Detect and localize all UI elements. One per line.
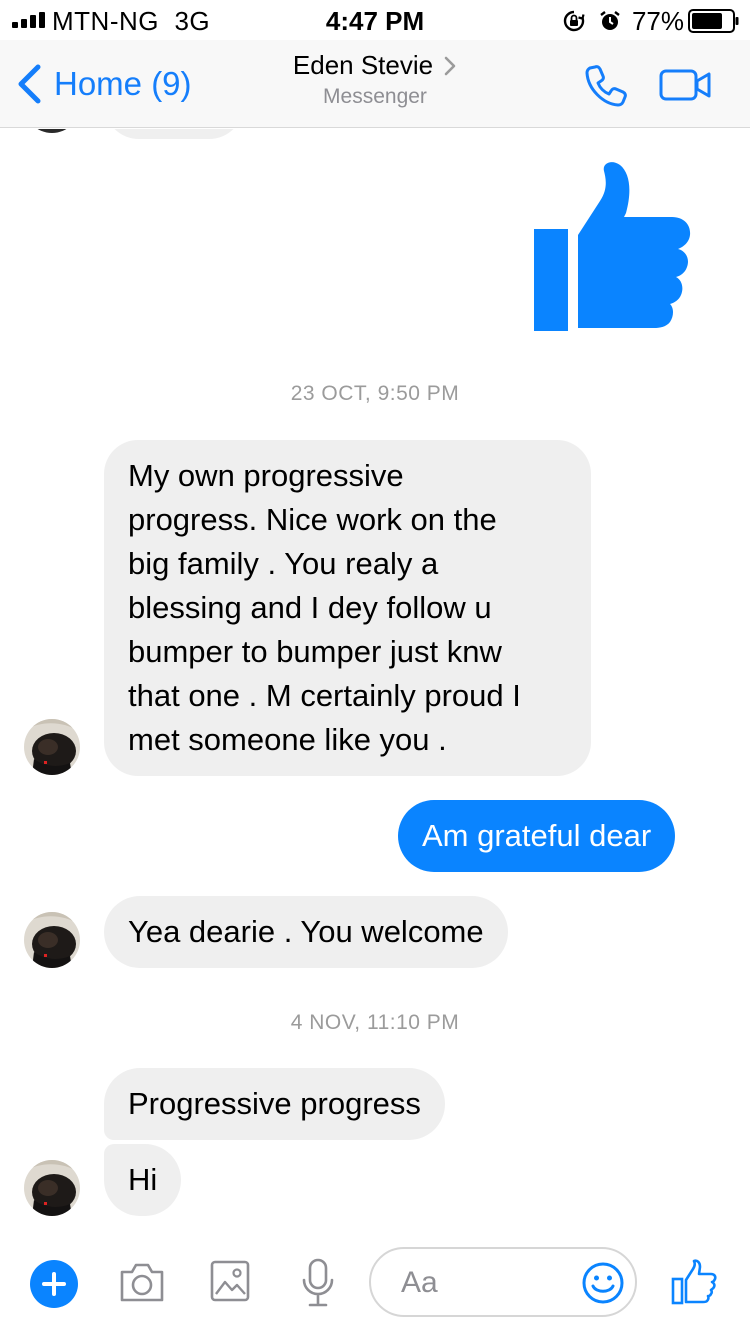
avatar-photo	[24, 912, 80, 968]
microphone-icon[interactable]	[300, 1258, 336, 1308]
back-chevron-icon	[18, 64, 41, 104]
phone-icon[interactable]	[582, 62, 630, 110]
message-line: met someone like you .	[128, 722, 447, 757]
status-bar: MTN-NG 3G 4:47 PM 77%	[0, 0, 750, 40]
back-label: Home (9)	[54, 65, 192, 102]
message-bubble-incoming[interactable]: My own progressive progress. Nice work o…	[104, 440, 591, 776]
message-line: big family . You realy a	[128, 546, 439, 581]
chevron-right-icon	[444, 56, 456, 76]
message-bubble-incoming[interactable]: Hi	[104, 1144, 182, 1216]
battery-percent: 77%	[631, 6, 684, 36]
avatar[interactable]	[24, 719, 80, 775]
message-input-placeholder: Aa	[401, 1266, 438, 1299]
orientation-lock-icon	[563, 10, 585, 32]
contact-name: Eden Stevie	[292, 50, 434, 80]
alarm-icon	[600, 11, 620, 30]
contact-name-row: Eden Stevie	[240, 50, 510, 80]
video-camera-icon[interactable]	[658, 66, 714, 104]
contact-title-button[interactable]: Eden Stevie Messenger	[240, 50, 510, 112]
plus-icon	[42, 1272, 66, 1296]
conversation-header: Home (9) Eden Stevie Messenger	[0, 40, 750, 128]
avatar-photo	[24, 1160, 80, 1216]
avatar-photo	[24, 719, 80, 775]
thumbs-up-sticker[interactable]	[532, 161, 692, 333]
thumbs-up-icon[interactable]	[670, 1258, 718, 1306]
message-bubble-incoming[interactable]: Progressive progress	[104, 1068, 445, 1140]
avatar[interactable]	[24, 912, 80, 968]
message-bubble-incoming[interactable]	[104, 129, 244, 139]
avatar	[24, 129, 80, 133]
camera-icon[interactable]	[118, 1260, 166, 1304]
message-thread[interactable]: 23 OCT, 9:50 PM My own progressive progr…	[0, 129, 750, 1234]
message-input[interactable]: Aa	[369, 1247, 637, 1317]
message-line: bumper to bumper just knw	[128, 634, 502, 669]
message-bubble-incoming[interactable]: Yea dearie . You welcome	[104, 896, 508, 968]
emoji-icon[interactable]	[581, 1261, 625, 1305]
contact-subtitle: Messenger	[323, 85, 427, 108]
timestamp: 4 NOV, 11:10 PM	[290, 1011, 460, 1034]
message-line: My own progressive	[128, 458, 404, 493]
message-line: that one . M certainly proud I	[128, 678, 521, 713]
avatar[interactable]	[24, 1160, 80, 1216]
battery-icon	[688, 9, 739, 33]
image-icon[interactable]	[210, 1260, 250, 1302]
timestamp: 23 OCT, 9:50 PM	[290, 382, 460, 405]
message-line: progress. Nice work on the	[128, 502, 497, 537]
message-line: blessing and I dey follow u	[128, 590, 492, 625]
back-button[interactable]: Home (9)	[14, 60, 214, 106]
message-bubble-outgoing[interactable]: Am grateful dear	[398, 800, 676, 872]
more-actions-button[interactable]	[30, 1260, 78, 1308]
